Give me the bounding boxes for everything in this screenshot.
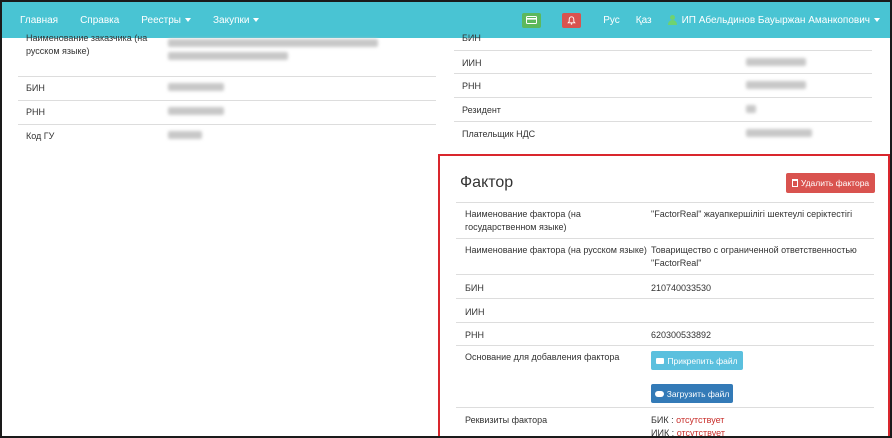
row-label: Резидент: [462, 105, 501, 115]
factor-name-kz-value: "FactorReal" жауапкершілігі шектеулі сер…: [651, 209, 853, 219]
table-row: ИИН: [456, 298, 874, 322]
table-row: РНН: [454, 73, 872, 97]
trash-icon: [791, 179, 798, 187]
table-row: БИН: [18, 76, 436, 100]
table-row: РНН 620300533892: [456, 322, 874, 345]
user-menu[interactable]: ИП Абельдинов Бауыржан Аманкопович: [667, 14, 880, 26]
nav-purchases-label: Закупки: [212, 14, 250, 26]
chevron-down-icon: [874, 18, 880, 22]
factor-basis-label: Основание для добавления фактора: [465, 352, 620, 362]
upload-file-label: Загрузить файл: [666, 388, 730, 399]
cloud-upload-icon: [654, 390, 664, 397]
factor-name-kz-label: Наименование фактора (на государственном…: [465, 209, 581, 232]
bik-value: отсутствует: [676, 415, 725, 425]
iik-value: отсутствует: [676, 428, 725, 438]
payment-button[interactable]: [522, 12, 542, 28]
user-name: ИП Абельдинов Бауыржан Аманкопович: [681, 14, 870, 26]
factor-panel: Фактор Удалить фактора Наименование факт…: [438, 154, 890, 438]
table-row: БИН: [454, 33, 872, 50]
row-label: Код ГУ: [26, 131, 55, 141]
row-value: [746, 80, 806, 93]
credit-card-icon: [526, 16, 538, 24]
table-row: Резидент: [454, 97, 872, 121]
nav-right: Рус Қаз ИП Абельдинов Бауыржан Аманкопов…: [522, 2, 880, 38]
factor-name-ru-value: Товарищество с ограниченной ответственно…: [651, 245, 857, 268]
chevron-down-icon: [253, 18, 260, 22]
iik-label: ИИК :: [651, 428, 675, 438]
upload-file-button[interactable]: Загрузить файл: [651, 384, 733, 403]
row-value: [168, 82, 224, 95]
row-label: БИН: [26, 83, 45, 93]
attach-file-button[interactable]: Прикрепить файл: [651, 351, 743, 370]
table-row: Основание для добавления фактора Прикреп…: [456, 345, 874, 407]
attach-file-label: Прикрепить файл: [667, 355, 738, 366]
factor-bin-value: 210740033530: [651, 283, 712, 293]
table-row: РНН: [18, 100, 436, 124]
nav-home[interactable]: Главная: [20, 15, 58, 26]
table-row: Наименование фактора (на русском языке) …: [456, 238, 874, 274]
nav-purchases[interactable]: Закупки: [212, 14, 260, 26]
nav-home-label: Главная: [20, 14, 59, 26]
row-label: РНН: [26, 107, 46, 117]
nav-registries[interactable]: Реестры: [141, 15, 191, 26]
factor-requisites-label: Реквизиты фактора: [465, 415, 548, 425]
delete-factor-button[interactable]: Удалить фактора: [786, 173, 875, 193]
table-row: Код ГУ: [18, 124, 436, 148]
bik-label: БИК :: [651, 415, 674, 425]
factor-title: Фактор: [460, 174, 514, 191]
table-row: Наименование заказчика (на русском языке…: [18, 33, 436, 76]
lang-kz-link[interactable]: Қаз: [636, 15, 652, 26]
supplier-table: БИН ИИН РНН Резидент Плательщик НДС: [454, 33, 872, 144]
row-label: Плательщик НДС: [462, 129, 536, 139]
row-value: [746, 104, 756, 117]
bell-icon: [567, 15, 576, 25]
row-label: Наименование заказчика (на русском языке…: [26, 33, 148, 56]
factor-requisites-value: БИК : отсутствует ИИК : отсутствует: [651, 414, 876, 438]
notifications-button[interactable]: [562, 12, 582, 28]
lang-ru-link[interactable]: Рус: [603, 15, 620, 26]
factor-rnn-value: 620300533892: [651, 330, 712, 340]
nav-help-label: Справка: [80, 14, 120, 26]
table-row: Плательщик НДС: [454, 121, 872, 144]
table-row: Реквизиты фактора БИК : отсутствует ИИК …: [456, 407, 876, 438]
row-value: [746, 128, 812, 141]
row-value: [168, 130, 202, 143]
row-value: [168, 106, 224, 119]
factor-rnn-label: РНН: [465, 330, 485, 340]
folder-icon: [656, 357, 665, 364]
row-value: [168, 38, 378, 64]
row-value: [746, 57, 806, 70]
factor-iin-label: ИИН: [465, 307, 485, 317]
app-window: Главная Справка Реестры Закупки Рус Қаз …: [0, 0, 892, 438]
nav-help[interactable]: Справка: [80, 15, 119, 26]
chevron-down-icon: [184, 18, 191, 22]
table-row: БИН 210740033530: [456, 274, 874, 298]
table-row: Наименование фактора (на государственном…: [456, 202, 874, 238]
factor-name-ru-label: Наименование фактора (на русском языке): [465, 245, 647, 255]
row-label: ИИН: [462, 58, 482, 68]
user-icon: [667, 15, 677, 25]
customer-table: Наименование заказчика (на русском языке…: [18, 33, 436, 148]
row-label: БИН: [462, 33, 481, 43]
factor-bin-label: БИН: [465, 283, 484, 293]
table-row: ИИН: [454, 50, 872, 73]
delete-factor-label: Удалить фактора: [800, 178, 870, 188]
row-label: РНН: [462, 81, 482, 91]
nav-registries-label: Реестры: [141, 14, 181, 26]
